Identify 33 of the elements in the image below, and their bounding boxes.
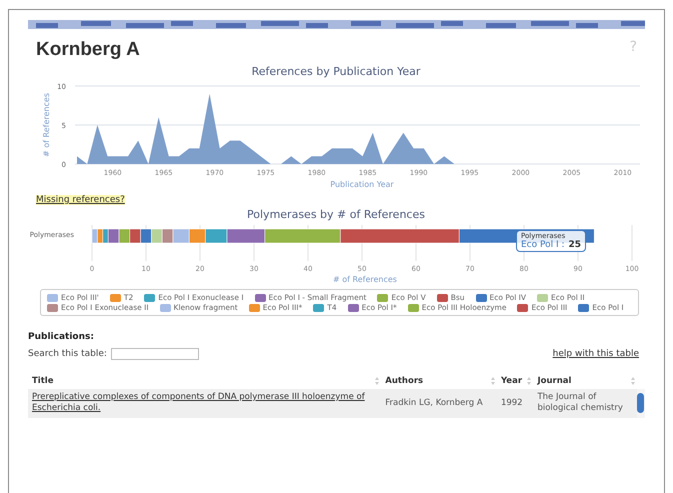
chart-title: References by Publication Year <box>252 65 420 78</box>
bar-segment <box>151 228 162 244</box>
help-table-link[interactable]: help with this table <box>552 349 639 359</box>
bar-segment <box>172 228 190 244</box>
tooltip-value: 25 <box>568 240 582 250</box>
bar-segment <box>130 228 141 244</box>
search-field[interactable] <box>110 348 199 360</box>
sort-icon <box>631 377 635 385</box>
table-cell: 1992 <box>496 389 534 418</box>
axis-title: # of References <box>333 275 397 284</box>
scrollbar-thumb[interactable] <box>637 393 644 414</box>
bar-segment <box>118 228 130 244</box>
sort-icon <box>527 377 532 385</box>
sort-icon <box>375 377 380 385</box>
table-cell: Fradkin LG, Kornberg A <box>381 389 497 418</box>
column-header[interactable]: Title <box>28 373 382 389</box>
page-title: Kornberg A <box>36 39 140 61</box>
bar-segment <box>162 228 174 244</box>
bar-segment <box>140 228 152 244</box>
sort-icon <box>490 377 495 385</box>
publication-title-link[interactable]: Prereplicative complexes of components of DNA polymerase III holoenzyme of Escherichia coli. <box>32 392 378 415</box>
missing-references-link[interactable]: Missing references? <box>36 195 125 205</box>
table-cell: The Journal of biological chemistry <box>533 389 637 418</box>
axis-title: Publication Year <box>330 180 394 189</box>
search-label: Search this table: <box>28 349 107 359</box>
column-header[interactable]: Authors <box>381 373 497 389</box>
tooltip-label: Eco Pol I : <box>521 240 565 250</box>
chart-title: Polymerases by # of References <box>247 208 425 221</box>
axis-title: # of References <box>42 93 51 157</box>
section-heading: Publications: <box>28 332 95 342</box>
bar-segment <box>188 228 206 244</box>
column-header[interactable]: Journal <box>533 373 637 389</box>
column-header[interactable]: Year <box>496 373 534 389</box>
